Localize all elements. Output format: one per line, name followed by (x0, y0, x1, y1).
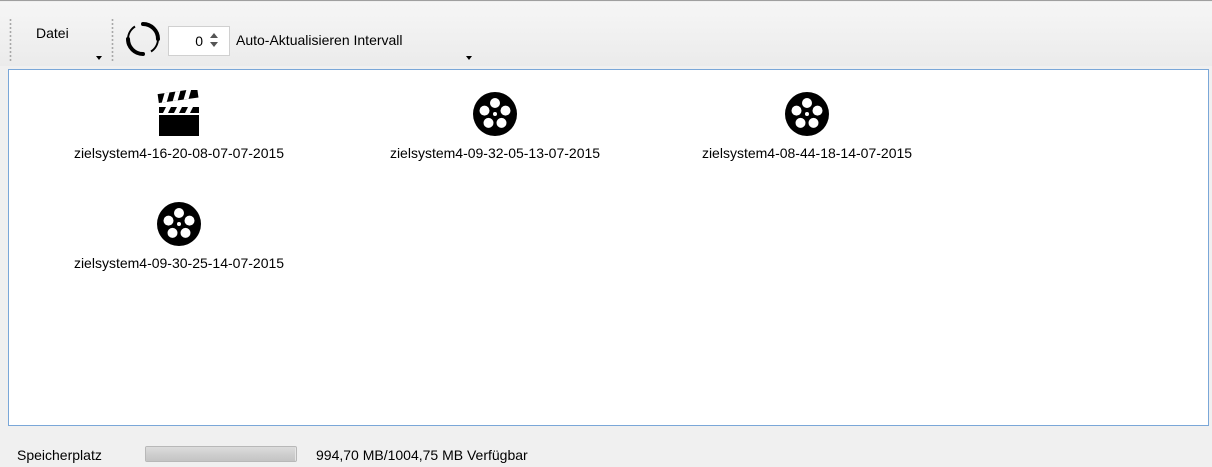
status-bar: Speicherplatz 994,70 MB/1004,75 MB Verfü… (0, 429, 1212, 467)
file-name: zielsystem4-09-32-05-13-07-2015 (389, 145, 601, 161)
file-item[interactable]: zielsystem4-09-32-05-13-07-2015 (345, 90, 645, 170)
toolbar: Datei 0 Auto-Aktualisieren Intervall (0, 2, 1212, 66)
interval-dropdown-icon[interactable] (466, 56, 472, 60)
interval-value: 0 (195, 33, 203, 49)
file-name: zielsystem4-08-44-18-14-07-2015 (701, 145, 913, 161)
file-name: zielsystem4-16-20-08-07-07-2015 (73, 145, 285, 161)
file-item[interactable]: zielsystem4-08-44-18-14-07-2015 (657, 90, 957, 170)
stepper-arrows[interactable] (210, 32, 220, 50)
clapperboard-icon (157, 90, 199, 136)
film-reel-icon (473, 92, 517, 136)
storage-label: Speicherplatz (17, 447, 102, 463)
interval-label: Auto-Aktualisieren Intervall (236, 32, 403, 48)
stepper-up-icon[interactable] (210, 33, 218, 38)
storage-progress-fill (146, 447, 295, 461)
file-item[interactable]: zielsystem4-09-30-25-14-07-2015 (29, 200, 329, 280)
file-item[interactable]: zielsystem4-16-20-08-07-07-2015 (29, 90, 329, 170)
toolbar-grip-2[interactable] (110, 18, 115, 62)
stepper-down-icon[interactable] (210, 42, 218, 47)
storage-text: 994,70 MB/1004,75 MB Verfügbar (316, 447, 528, 463)
file-menu-dropdown-icon[interactable] (96, 56, 102, 60)
toolbar-grip-1[interactable] (8, 18, 13, 62)
app-window: Datei 0 Auto-Aktualisieren Intervall zie… (0, 0, 1212, 467)
film-reel-icon (785, 92, 829, 136)
refresh-icon[interactable] (124, 20, 162, 58)
interval-stepper[interactable]: 0 (168, 26, 230, 56)
file-name: zielsystem4-09-30-25-14-07-2015 (73, 255, 285, 271)
film-reel-icon (157, 202, 201, 246)
storage-progress-bar (145, 446, 297, 462)
file-menu-button[interactable]: Datei (36, 25, 69, 41)
file-list[interactable]: zielsystem4-16-20-08-07-07-2015 zielsyst… (8, 69, 1209, 426)
